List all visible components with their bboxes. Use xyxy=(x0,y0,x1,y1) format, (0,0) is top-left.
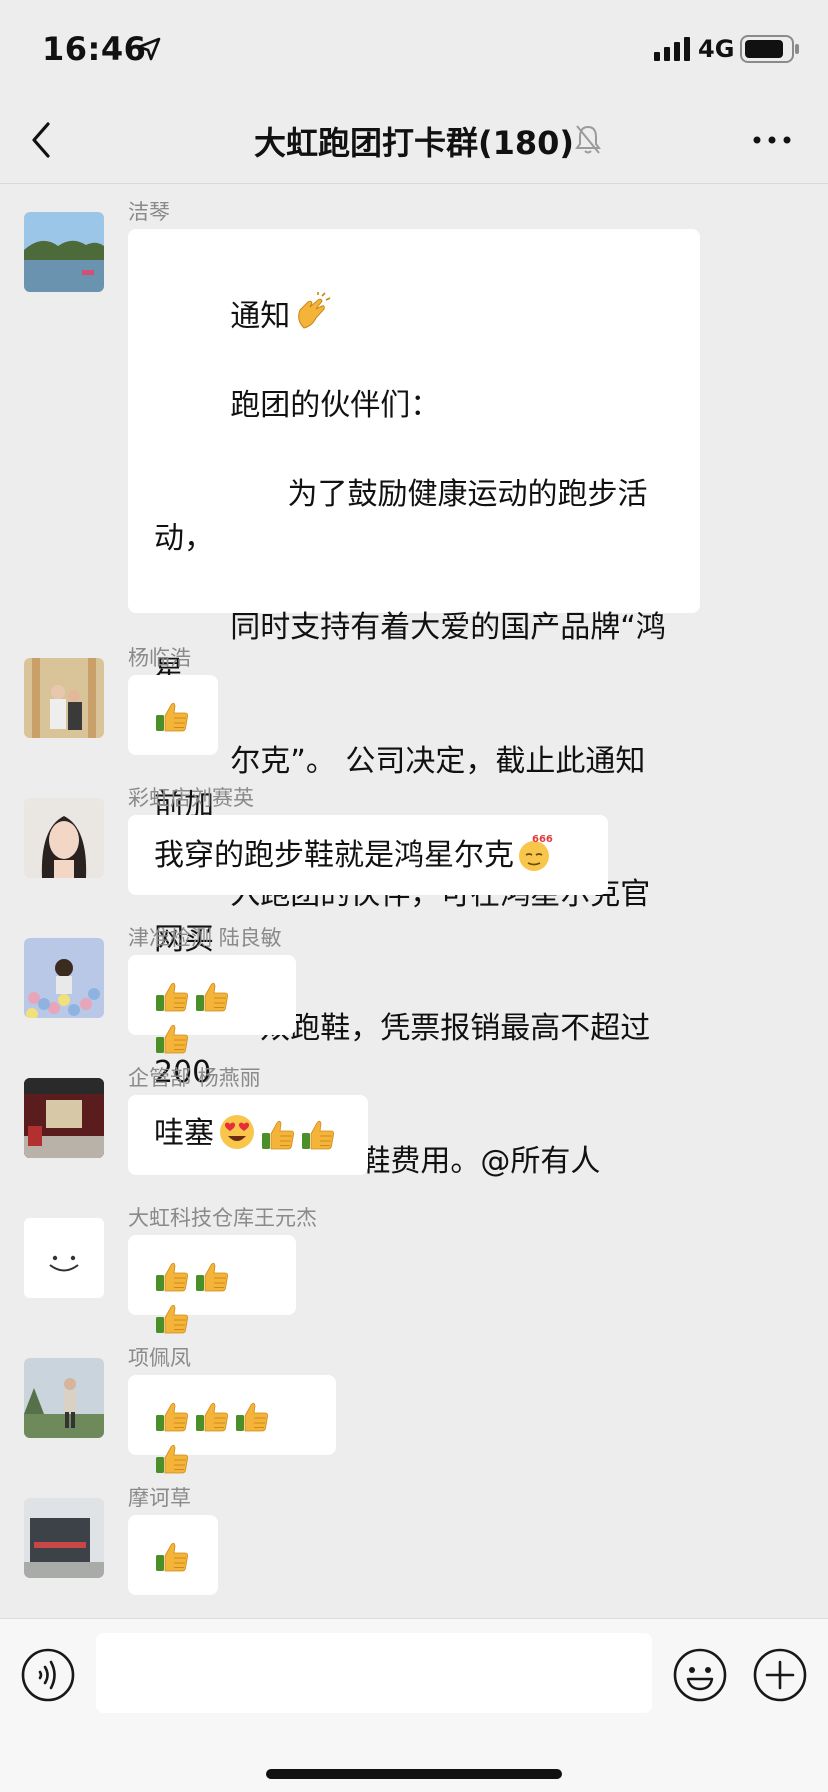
thumbs-up-icon xyxy=(194,979,230,1015)
message-bubble[interactable] xyxy=(128,955,296,1035)
sender-name: 项佩凤 xyxy=(128,1346,191,1370)
outdoor-person-icon xyxy=(24,1358,104,1438)
message-text-line: 为了鼓励健康运动的跑步活动， xyxy=(154,476,648,557)
woman-portrait-icon xyxy=(24,798,104,878)
avatar[interactable] xyxy=(24,1498,104,1578)
sender-name: 大虹科技仓库王元杰 xyxy=(128,1206,317,1230)
add-attachment-icon[interactable] xyxy=(752,1647,808,1703)
avatar[interactable] xyxy=(24,1218,104,1298)
heart-eyes-icon xyxy=(220,1115,254,1149)
network-label: 4G xyxy=(698,35,735,63)
thumbs-up-icon xyxy=(154,1399,190,1435)
building-photo-icon xyxy=(24,1498,104,1578)
signal-icon xyxy=(654,37,690,61)
thumbs-up-icon xyxy=(154,699,190,735)
avatar[interactable] xyxy=(24,658,104,738)
clapping-hands-icon xyxy=(298,291,331,329)
message-bubble[interactable] xyxy=(128,1515,218,1595)
thumbs-up-icon xyxy=(154,1259,190,1295)
message-text-line: 通知 xyxy=(230,298,291,334)
location-arrow-icon xyxy=(137,37,161,61)
sender-name: 洁琴 xyxy=(128,200,170,224)
muted-bell-icon xyxy=(575,125,601,154)
wedding-photo-icon xyxy=(24,658,104,738)
thumbs-up-icon xyxy=(154,979,190,1015)
home-indicator xyxy=(266,1769,562,1779)
avatar[interactable] xyxy=(24,798,104,878)
thumbs-up-icon xyxy=(194,1259,230,1295)
message-text: 我穿的跑步鞋就是鸿星尔克 xyxy=(154,838,514,873)
sender-name: 企管部 杨燕丽 xyxy=(128,1066,261,1090)
avatar[interactable] xyxy=(24,1358,104,1438)
message-text: 哇塞 xyxy=(154,1116,214,1151)
chat-screen: 16:46 4G 大虹跑团打卡群(180) 洁琴 通知 跑团的伙伴们： 为了鼓励… xyxy=(0,0,828,1792)
message-bubble[interactable] xyxy=(128,675,218,755)
emoji-picker-icon[interactable] xyxy=(672,1647,728,1703)
message-bubble[interactable]: 哇塞 xyxy=(128,1095,368,1175)
thumbs-up-icon xyxy=(154,1021,190,1057)
message-input[interactable] xyxy=(96,1633,652,1713)
thumbs-up-icon xyxy=(194,1399,230,1435)
message-bubble[interactable]: 我穿的跑步鞋就是鸿星尔克 666 xyxy=(128,815,608,895)
thumbs-up-icon xyxy=(154,1539,190,1575)
status-bar: 16:46 4G xyxy=(0,0,828,96)
thumbs-up-icon xyxy=(234,1399,270,1435)
thumbs-up-icon xyxy=(154,1441,190,1477)
message-bubble[interactable] xyxy=(128,1375,336,1455)
avatar[interactable] xyxy=(24,1078,104,1158)
sender-name: 彩虹店刘赛英 xyxy=(128,786,254,810)
ball-pit-icon xyxy=(24,938,104,1018)
more-options-icon[interactable] xyxy=(752,130,792,150)
sender-name: 津准检测 陆良敏 xyxy=(128,926,282,950)
message-text-line: 同时支持有着大爱的国产品牌“鸿星 xyxy=(154,610,666,690)
avatar[interactable] xyxy=(24,212,104,292)
chat-title: 大虹跑团打卡群(180) xyxy=(253,124,575,162)
sender-name: 杨临浩 xyxy=(128,646,191,670)
message-bubble[interactable] xyxy=(128,1235,296,1315)
thumbs-up-icon xyxy=(260,1117,296,1153)
thumbs-up-icon xyxy=(154,1301,190,1337)
666-face-icon: 666 xyxy=(519,834,553,871)
battery-icon xyxy=(740,35,799,63)
showroom-photo-icon xyxy=(24,1078,104,1158)
voice-input-icon[interactable] xyxy=(20,1647,76,1703)
input-bar xyxy=(0,1618,828,1792)
message-bubble[interactable]: 通知 跑团的伙伴们： 为了鼓励健康运动的跑步活动， 同时支持有着大爱的国产品牌“… xyxy=(128,229,700,1179)
thumbs-up-icon xyxy=(300,1117,336,1153)
nav-bar: 大虹跑团打卡群(180) xyxy=(0,96,828,184)
avatar[interactable] xyxy=(24,938,104,1018)
message-text-line: 跑团的伙伴们： xyxy=(230,387,441,423)
svg-text:666: 666 xyxy=(532,834,553,845)
sender-name: 摩诃草 xyxy=(128,1486,191,1510)
lake-landscape-icon xyxy=(24,212,104,292)
status-time: 16:46 xyxy=(42,30,147,68)
smile-face-icon xyxy=(24,1218,104,1298)
